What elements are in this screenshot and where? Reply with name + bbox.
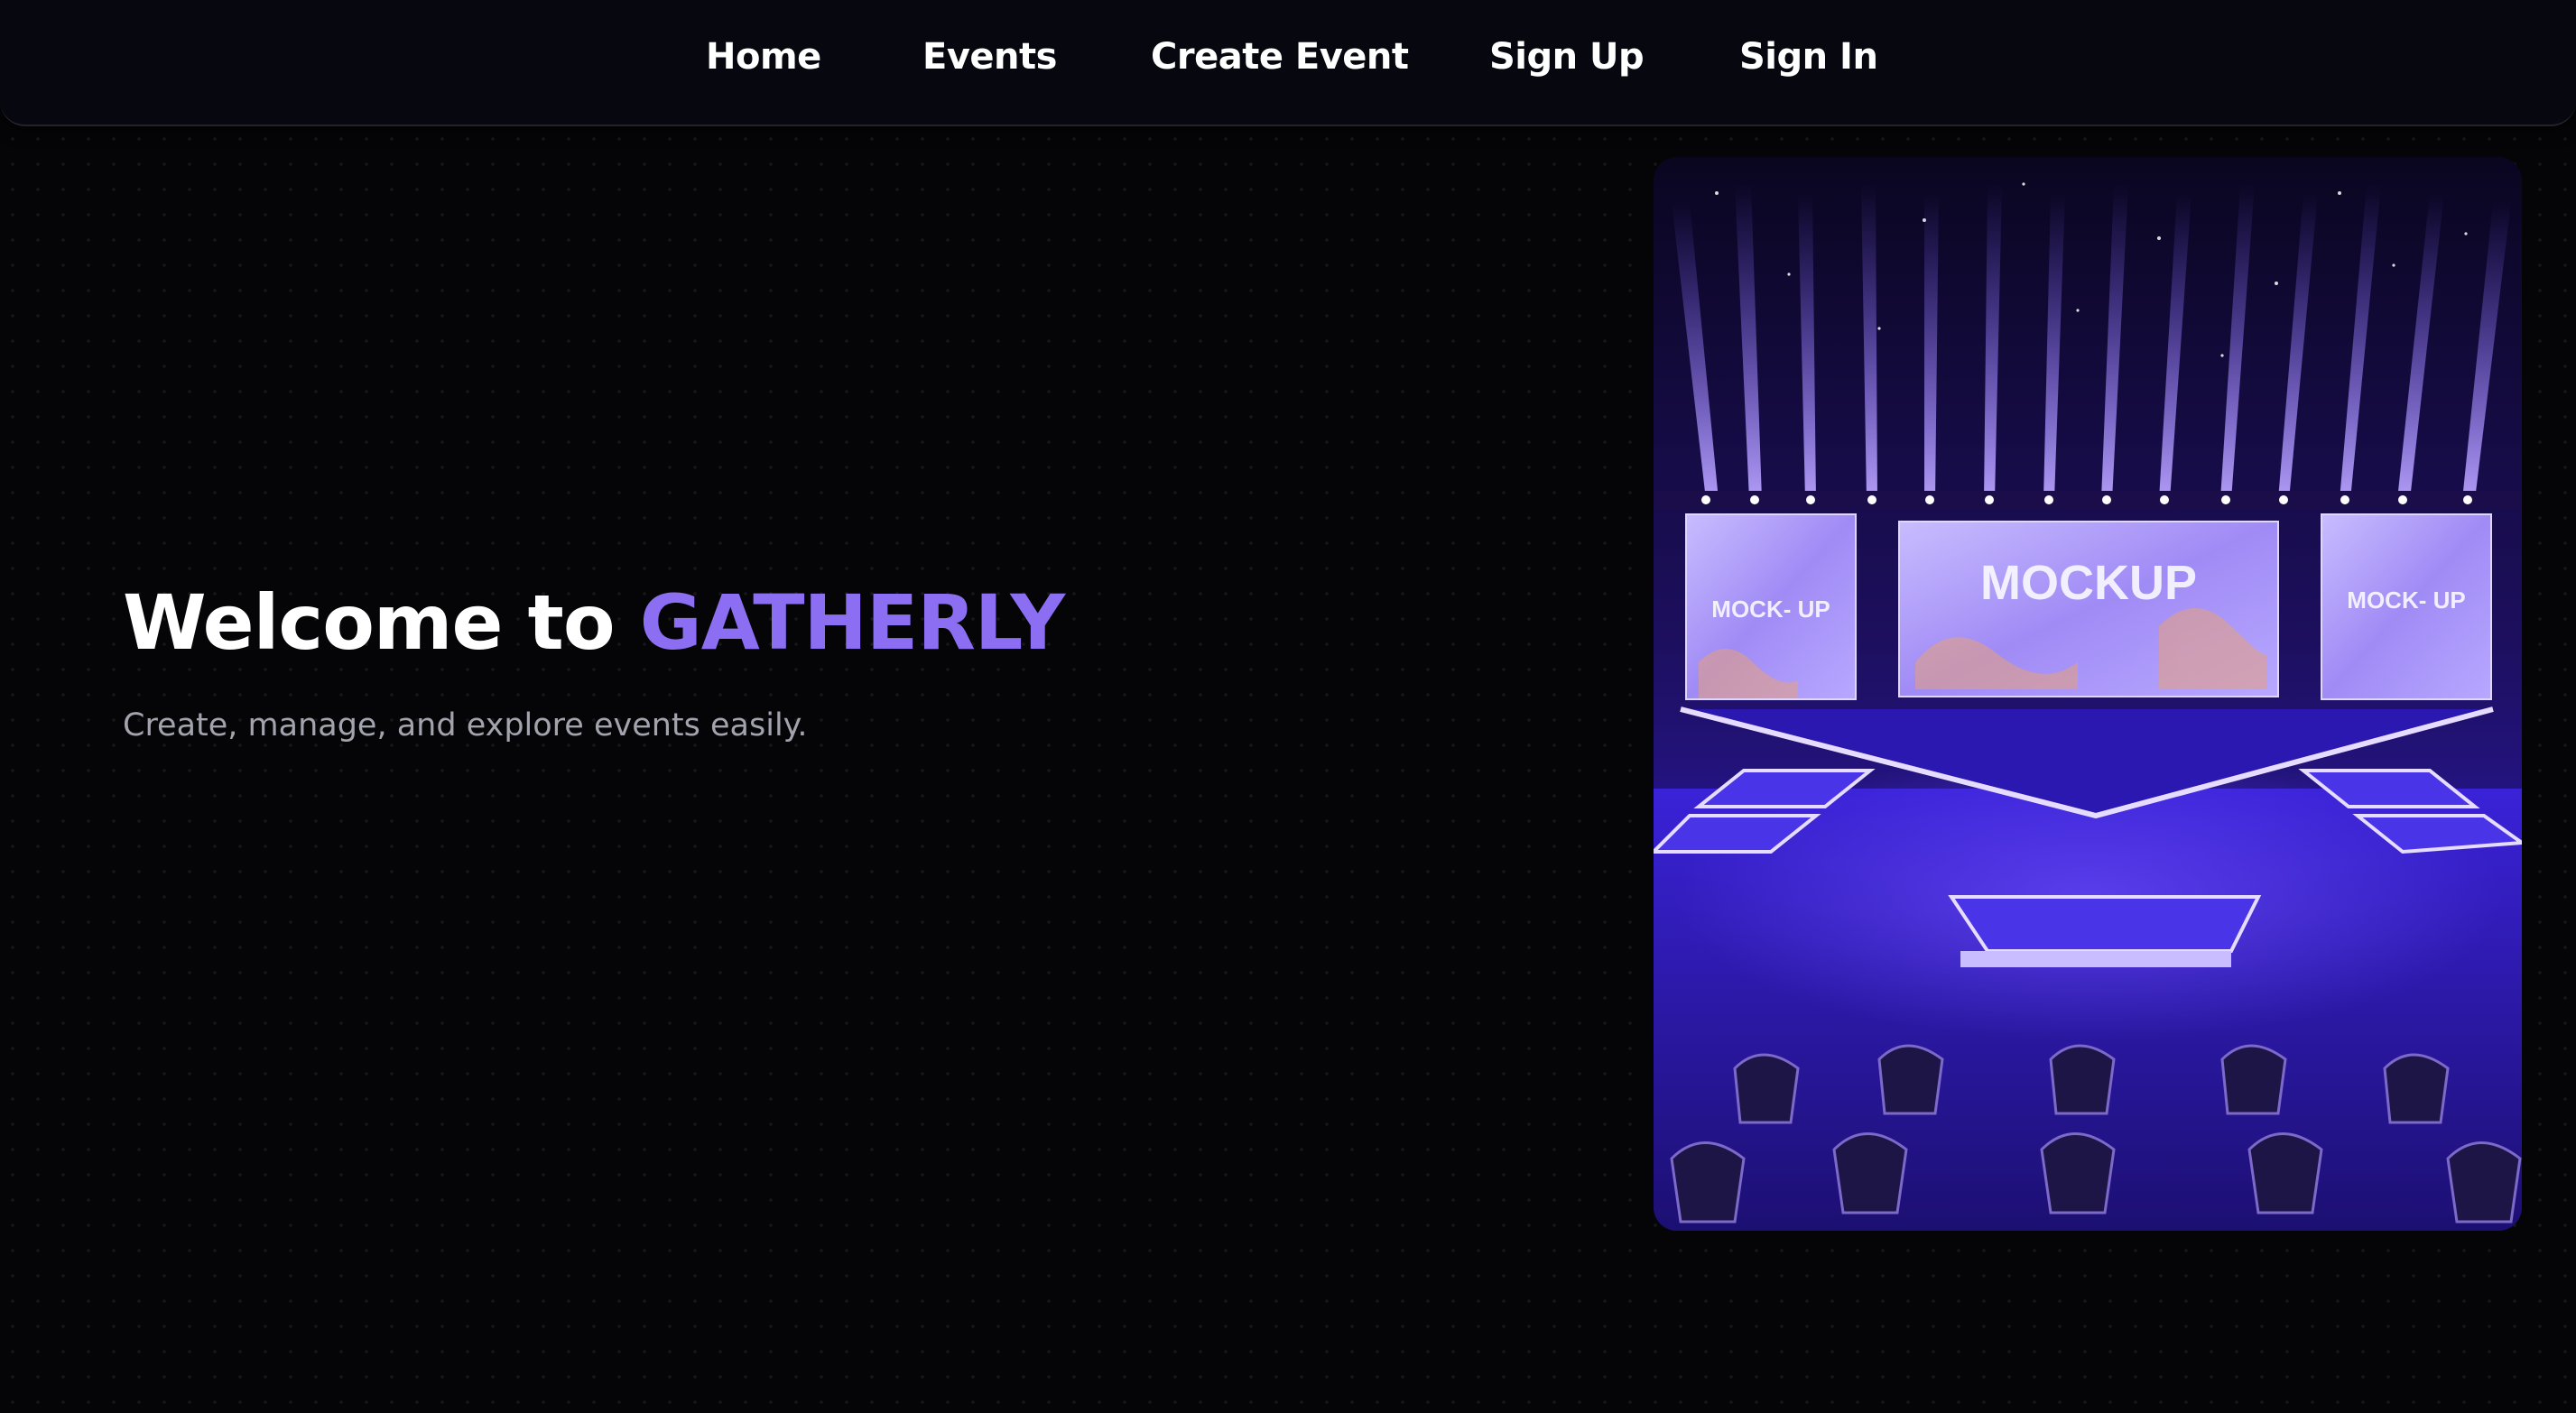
nav-home-link[interactable]: Home bbox=[706, 31, 821, 83]
nav-sign-in-link[interactable]: Sign In bbox=[1739, 31, 1878, 83]
nav-sign-up-link[interactable]: Sign Up bbox=[1489, 31, 1645, 83]
left-screen-text: MOCK- UP bbox=[1711, 596, 1830, 623]
hero-title: Welcome to GATHERLY bbox=[123, 577, 1065, 668]
hero-subtitle: Create, manage, and explore events easil… bbox=[123, 707, 808, 743]
event-stage-illustration: MOCKUP MOCK- UP MOCK- UP bbox=[1654, 157, 2522, 1231]
center-screen-text: MOCKUP bbox=[1980, 556, 2197, 610]
nav-create-event-link[interactable]: Create Event bbox=[1151, 31, 1409, 83]
event-stage-image: MOCKUP MOCK- UP MOCK- UP bbox=[1654, 157, 2522, 1231]
brand-name: GATHERLY bbox=[639, 578, 1065, 667]
right-screen-text: MOCK- UP bbox=[2347, 586, 2465, 614]
top-navbar: Home Events Create Event Sign Up Sign In bbox=[0, 0, 2576, 126]
nav-events-link[interactable]: Events bbox=[922, 31, 1057, 83]
hero-title-prefix: Welcome to bbox=[123, 578, 616, 667]
